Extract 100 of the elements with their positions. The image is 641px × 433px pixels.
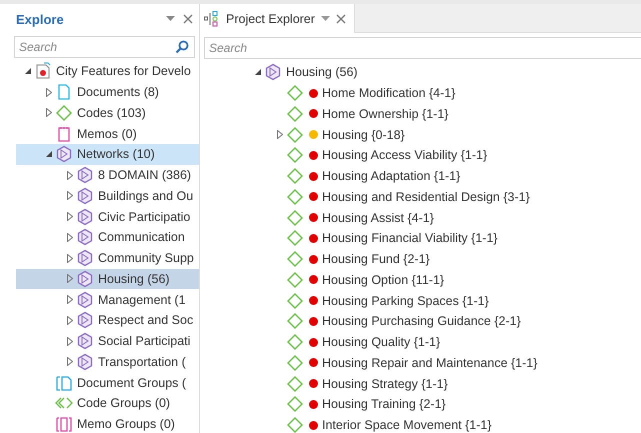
tree-item-label: Codes (103) [77,106,146,120]
project-explorer-tab[interactable]: Project Explorer [200,4,355,33]
tree-item[interactable]: 8 DOMAIN (386) [16,164,199,186]
code-icon [286,374,304,393]
search-field[interactable]: Search [204,37,641,59]
tree-item-label: City Features for Develo [56,64,191,78]
tree-item[interactable]: Housing Training {2-1} [200,394,641,415]
tree-item[interactable]: Housing Strategy {1-1} [200,373,641,394]
code-icon [286,270,304,289]
tree-item-label: Code Groups (0) [77,396,170,410]
tree-item[interactable]: Networks (10) [16,144,199,165]
tree-item[interactable]: Community Supp [16,248,199,268]
tree-item-label: Buildings and Ou [98,188,194,203]
tree-item-label: Housing Financial Viability {1-1} [322,231,498,246]
collapsed-icon[interactable] [67,191,73,200]
tree-item-label: Housing Quality {1-1} [322,335,440,350]
tree-item[interactable]: Housing Purchasing Guidance {2-1} [200,311,641,332]
tree-item[interactable]: City Features for Develo [16,61,199,82]
network-icon [76,352,94,371]
tree-item-label: Memos (0) [77,126,137,141]
tree-item[interactable]: Housing Fund {2-1} [200,248,641,270]
tree-item[interactable]: Housing Assist {4-1} [200,207,641,228]
tree-item[interactable]: Housing and Residential Design {3-1} [200,186,641,208]
collapsed-icon[interactable] [67,212,73,222]
collapsed-icon[interactable] [46,108,52,118]
tree-item[interactable]: Interior Space Movement {1-1} [200,414,641,433]
code-icon [286,292,304,310]
tree-item[interactable]: Housing Option {11-1} [200,270,641,290]
collapsed-icon[interactable] [67,232,73,242]
tree-item[interactable]: Home Ownership {1-1} [200,104,641,124]
network-icon [55,145,73,164]
tree-item-label: Respect and Soc [98,313,194,328]
diamond-icon [55,104,73,122]
tree-item-label: Housing Assist {4-1} [322,210,434,225]
tree-item[interactable]: Housing {0-18} [200,124,641,145]
tree-item-label: Memo Groups (0) [77,417,175,432]
code-icon [286,188,304,206]
network-icon [76,166,94,184]
collapsed-icon[interactable] [67,357,73,366]
tree-item[interactable]: Management (1 [16,289,199,310]
tree-item[interactable]: Housing Repair and Maintenance {1-1} [200,352,641,374]
network-icon [76,311,94,330]
collapsed-icon[interactable] [277,130,283,140]
code-icon [286,416,304,433]
collapsed-icon[interactable] [67,316,73,325]
tree-item[interactable]: Housing Quality {1-1} [200,332,641,352]
dropdown-icon[interactable] [320,16,330,22]
tree-item[interactable]: Social Participati [16,330,199,352]
collapsed-icon[interactable] [67,336,73,346]
tree-item[interactable]: Housing Access Viability {1-1} [200,145,641,166]
tree-item-label: Housing {0-18} [322,128,405,142]
collapsed-icon[interactable] [67,274,73,284]
tree-item[interactable]: Civic Participatio [16,206,199,227]
tree-item[interactable]: Buildings and Ou [16,186,199,206]
expanded-icon[interactable] [254,68,262,76]
code-icon [286,395,304,414]
collapsed-icon[interactable] [46,88,52,97]
network-icon [76,186,94,205]
tree-item-label: Communication [98,230,185,244]
tree-item[interactable]: Housing Financial Viability {1-1} [200,228,641,249]
search-icon[interactable] [175,40,189,54]
code-icon [286,354,304,372]
tree-item[interactable]: Communication [16,227,199,248]
memo-group-icon [55,415,73,433]
tree-item-label: Housing Option {11-1} [322,272,444,287]
tree-item[interactable]: Housing (56) [16,268,199,290]
collapsed-icon[interactable] [67,170,73,180]
tree-item[interactable]: Documents (8) [16,82,199,102]
tree-item[interactable]: Codes (103) [16,102,199,124]
collapsed-icon[interactable] [67,295,73,304]
tree-item[interactable]: Housing Adaptation {1-1} [200,166,641,186]
tree-item[interactable]: Housing Parking Spaces {1-1} [200,290,641,311]
tree-item-label: Community Supp [98,251,194,266]
tree-item-label: Housing (56) [286,65,358,80]
close-icon[interactable] [336,14,346,24]
search-field[interactable]: Search [14,36,195,58]
expanded-icon[interactable] [24,67,32,76]
dropdown-icon[interactable] [166,16,175,22]
tree-item[interactable]: Memo Groups (0) [16,414,199,433]
tree-item[interactable]: Home Modification {4-1} [200,82,641,104]
tree-item[interactable]: Transportation ( [16,352,199,372]
tree-item-label: Home Ownership {1-1} [322,106,448,121]
tree-item-label: Social Participati [98,334,190,348]
code-icon [286,229,304,248]
tree-item[interactable]: Code Groups (0) [16,393,199,414]
tree-item[interactable]: Housing (56) [200,62,641,83]
tree-item-label: Housing Training {2-1} [322,397,446,412]
close-icon[interactable] [183,14,193,24]
tree-item-label: Housing Purchasing Guidance {2-1} [322,314,521,328]
collapsed-icon[interactable] [67,254,73,263]
tree-item-label: Networks (10) [77,147,155,162]
tree-item[interactable]: Respect and Soc [16,310,199,331]
code-icon [286,167,304,186]
tree-item-label: Interior Space Movement {1-1} [322,418,492,432]
tree-item[interactable]: Document Groups ( [16,372,199,393]
tree-item-label: Housing Strategy {1-1} [322,376,448,391]
tree-item-label: Housing Access Viability {1-1} [322,148,488,162]
expanded-icon[interactable] [45,150,53,158]
tree-item[interactable]: Memos (0) [16,123,199,144]
network-icon [76,290,94,309]
